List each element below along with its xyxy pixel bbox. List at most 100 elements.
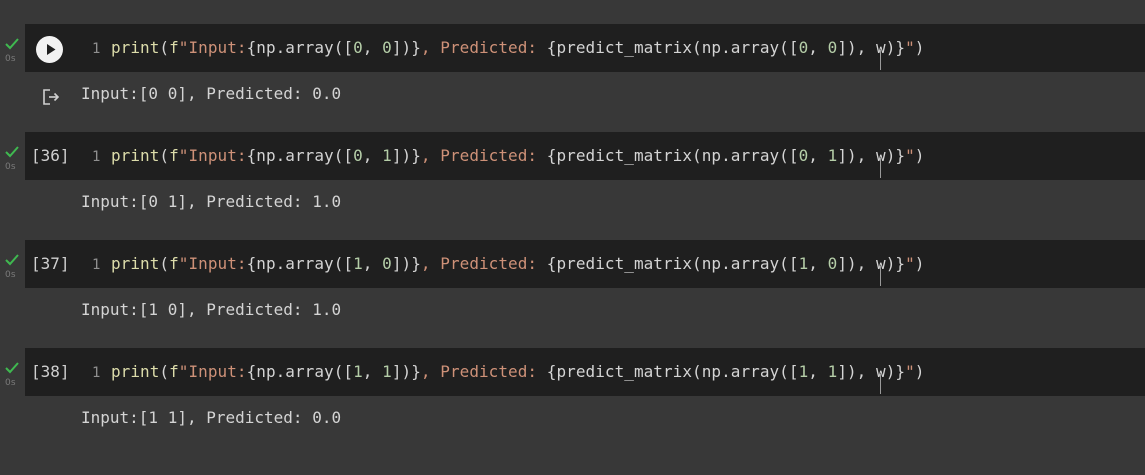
- code-token: ,: [362, 254, 383, 273]
- code-token: ,: [808, 38, 828, 57]
- code-token: ): [914, 146, 925, 165]
- code-token: 1: [827, 362, 838, 381]
- code-token: {np.array([: [246, 38, 354, 57]
- editor-ruler: [880, 266, 881, 286]
- code-token: 1: [827, 146, 838, 165]
- cell-output: Input:[1 1], Predicted: 0.0: [81, 408, 342, 427]
- cell-status: 0s: [4, 361, 22, 391]
- code-token: ]), w)}: [837, 254, 906, 273]
- code-token: {predict_matrix(np.array([: [546, 38, 799, 57]
- code-token: 0: [353, 38, 363, 57]
- code-token: ,: [808, 362, 828, 381]
- code-token: ])}: [391, 38, 421, 57]
- code-token: ): [914, 38, 925, 57]
- code-token: ]), w)}: [837, 362, 906, 381]
- code-token: "Input:: [178, 254, 247, 273]
- code-cell-1[interactable]: 0s 1 print(f"Input:{np.array([0, 0])}, P…: [0, 24, 1145, 132]
- code-token: (: [159, 362, 170, 381]
- code-token: ,: [808, 254, 828, 273]
- code-token: print: [111, 38, 160, 57]
- notebook: 0s 1 print(f"Input:{np.array([0, 0])}, P…: [0, 0, 1145, 475]
- code-cell-3[interactable]: 0s [37] 1 print(f"Input:{np.array([1, 0]…: [0, 240, 1145, 348]
- code-token: (: [159, 254, 170, 273]
- code-line[interactable]: print(f"Input:{np.array([1, 1])}, Predic…: [111, 361, 924, 383]
- code-token: print: [111, 254, 160, 273]
- check-icon: [5, 38, 19, 50]
- line-number: 1: [92, 365, 101, 381]
- code-token: 0: [382, 254, 392, 273]
- code-token: ])}: [391, 146, 421, 165]
- code-line[interactable]: print(f"Input:{np.array([0, 0])}, Predic…: [111, 37, 924, 59]
- code-token: (: [159, 146, 170, 165]
- output-redirect-icon[interactable]: [41, 87, 61, 107]
- editor-ruler: [880, 158, 881, 178]
- cell-status: 0s: [4, 253, 22, 283]
- editor-ruler: [880, 374, 881, 394]
- code-token: ,: [362, 146, 383, 165]
- code-token: f: [169, 362, 179, 381]
- execution-time: 0s: [5, 54, 16, 64]
- code-token: {np.array([: [246, 254, 354, 273]
- code-cell-4[interactable]: 0s [38] 1 print(f"Input:{np.array([1, 1]…: [0, 348, 1145, 456]
- code-token: print: [111, 362, 160, 381]
- code-token: {predict_matrix(np.array([: [546, 146, 799, 165]
- check-icon: [5, 254, 19, 266]
- code-token: ": [905, 146, 915, 165]
- execution-time: 0s: [5, 270, 16, 280]
- code-token: 1: [382, 362, 392, 381]
- code-token: f: [169, 38, 179, 57]
- execution-count: [36]: [31, 146, 70, 165]
- code-token: ])}: [391, 362, 421, 381]
- line-number: 1: [92, 149, 101, 165]
- code-token: ": [905, 362, 915, 381]
- code-token: , Predicted:: [420, 38, 547, 57]
- code-token: ]), w)}: [837, 146, 906, 165]
- code-token: {np.array([: [246, 146, 354, 165]
- code-line[interactable]: print(f"Input:{np.array([1, 0])}, Predic…: [111, 253, 924, 275]
- code-token: 0: [353, 146, 363, 165]
- code-token: 0: [827, 254, 838, 273]
- cell-output: Input:[0 1], Predicted: 1.0: [81, 192, 342, 211]
- code-cell-2[interactable]: 0s [36] 1 print(f"Input:{np.array([0, 1]…: [0, 132, 1145, 240]
- code-token: , Predicted:: [420, 362, 547, 381]
- code-token: ,: [808, 146, 828, 165]
- code-token: {np.array([: [246, 362, 354, 381]
- play-icon: [47, 44, 56, 55]
- check-icon: [5, 146, 19, 158]
- code-token: 0: [798, 38, 809, 57]
- cell-output: Input:[0 0], Predicted: 0.0: [81, 84, 342, 103]
- code-token: {predict_matrix(np.array([: [546, 362, 799, 381]
- code-token: ]), w)}: [837, 38, 906, 57]
- code-token: 1: [353, 362, 363, 381]
- code-token: 1: [353, 254, 363, 273]
- code-token: ": [905, 38, 915, 57]
- check-icon: [5, 362, 19, 374]
- cell-status: 0s: [4, 145, 22, 175]
- code-token: ": [905, 254, 915, 273]
- code-token: ): [914, 254, 925, 273]
- code-token: 1: [798, 254, 809, 273]
- execution-time: 0s: [5, 378, 16, 388]
- execution-count: [38]: [31, 362, 70, 381]
- code-token: ,: [362, 362, 383, 381]
- code-token: "Input:: [178, 38, 247, 57]
- cell-status: 0s: [4, 37, 22, 67]
- editor-ruler: [880, 50, 881, 70]
- code-token: , Predicted:: [420, 146, 547, 165]
- line-number: 1: [92, 41, 101, 57]
- code-token: 1: [798, 362, 809, 381]
- code-token: print: [111, 146, 160, 165]
- line-number: 1: [92, 257, 101, 273]
- code-token: ,: [362, 38, 383, 57]
- execution-count: [37]: [31, 254, 70, 273]
- code-token: {predict_matrix(np.array([: [546, 254, 799, 273]
- run-cell-button[interactable]: [36, 36, 63, 63]
- code-token: 0: [382, 38, 392, 57]
- code-token: 0: [798, 146, 809, 165]
- code-token: (: [159, 38, 170, 57]
- code-token: 0: [827, 38, 838, 57]
- code-token: ])}: [391, 254, 421, 273]
- execution-time: 0s: [5, 162, 16, 172]
- code-token: ): [914, 362, 925, 381]
- code-line[interactable]: print(f"Input:{np.array([0, 1])}, Predic…: [111, 145, 924, 167]
